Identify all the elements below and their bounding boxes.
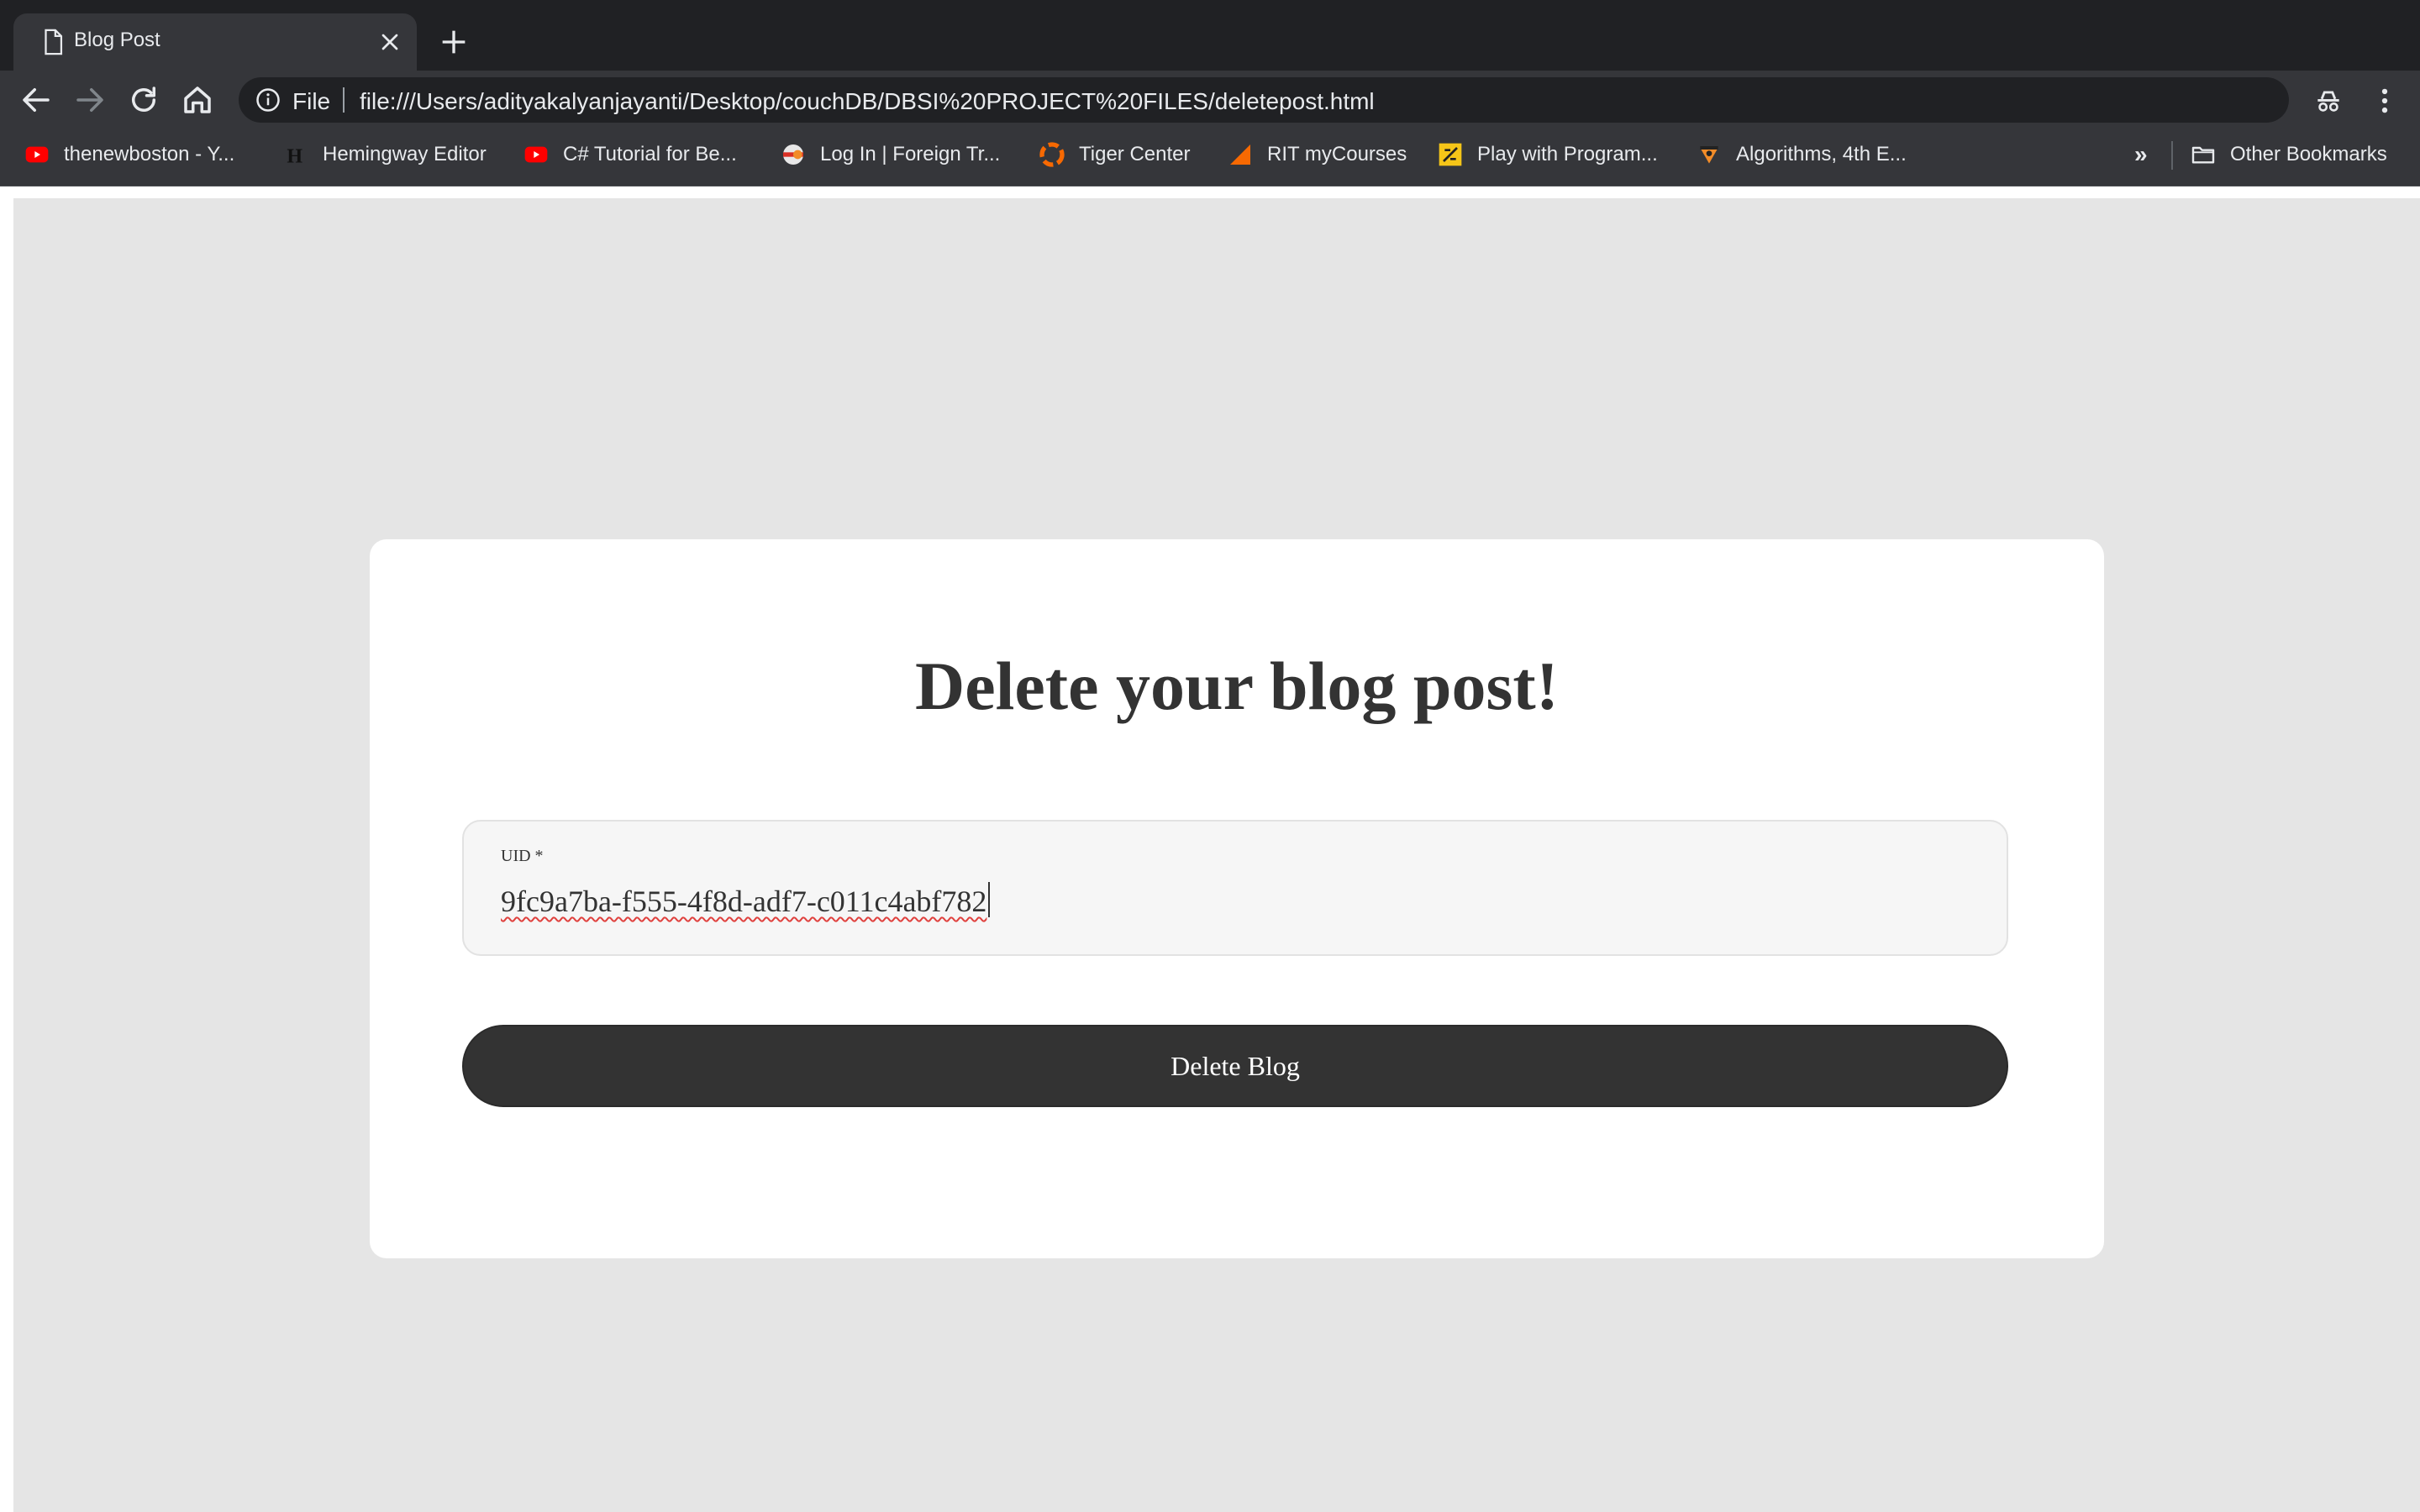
bookmark-tiger-center[interactable]: Tiger Center bbox=[1039, 129, 1191, 180]
home-icon[interactable] bbox=[180, 82, 215, 118]
bookmarks-bar: thenewboston - Y... H Hemingway Editor C… bbox=[0, 129, 2420, 186]
more-menu-icon[interactable] bbox=[2373, 85, 2396, 117]
tiger-center-icon bbox=[1039, 142, 1065, 167]
bookmark-rit-mycourses[interactable]: RIT myCourses bbox=[1227, 129, 1407, 180]
info-icon[interactable] bbox=[255, 87, 281, 113]
bookmark-label: Other Bookmarks bbox=[2230, 143, 2387, 165]
algorithms-icon bbox=[1700, 146, 1718, 164]
delete-post-card: Delete your blog post! UID * 9fc9a7ba-f5… bbox=[370, 539, 2104, 1258]
tab-title: Blog Post bbox=[74, 29, 160, 51]
bookmark-hemingway[interactable]: H Hemingway Editor bbox=[282, 129, 487, 180]
tab-strip: Blog Post bbox=[0, 0, 2420, 71]
reload-icon[interactable] bbox=[126, 82, 161, 118]
bookmark-label: Hemingway Editor bbox=[323, 143, 487, 165]
page-title: Delete your blog post! bbox=[914, 648, 1560, 724]
bookmarks-overflow-button[interactable]: » bbox=[2134, 141, 2148, 168]
program-icon bbox=[1439, 143, 1462, 166]
page-viewport: Delete your blog post! UID * 9fc9a7ba-f5… bbox=[0, 186, 2420, 1512]
uid-input-value: 9fc9a7ba-f555-4f8d-adf7-c011c4abf782 bbox=[501, 885, 987, 918]
incognito-extension-icon[interactable] bbox=[2312, 86, 2344, 118]
back-icon[interactable] bbox=[18, 82, 54, 118]
uid-input[interactable]: 9fc9a7ba-f555-4f8d-adf7-c011c4abf782 bbox=[501, 884, 986, 919]
scheme-label: File bbox=[292, 88, 331, 114]
bookmark-label: Log In | Foreign Tr... bbox=[820, 143, 1001, 165]
bookmark-label: C# Tutorial for Be... bbox=[563, 143, 737, 165]
browser-toolbar: File file:///Users/adityakalyanjayanti/D… bbox=[0, 71, 2420, 129]
address-bar[interactable]: File file:///Users/adityakalyanjayanti/D… bbox=[239, 77, 2289, 123]
omnibox-divider bbox=[343, 87, 345, 113]
document-icon bbox=[45, 29, 63, 55]
new-tab-icon[interactable] bbox=[437, 25, 471, 59]
bookmarks-divider bbox=[2171, 141, 2173, 170]
bookmark-other-bookmarks[interactable]: Other Bookmarks bbox=[2190, 129, 2387, 180]
svg-text:H: H bbox=[287, 145, 302, 167]
url-text[interactable]: file:///Users/adityakalyanjayanti/Deskto… bbox=[360, 88, 1375, 115]
bookmark-label: Algorithms, 4th E... bbox=[1736, 143, 1907, 165]
bookmark-play-with-program[interactable]: Play with Program... bbox=[1437, 129, 1658, 180]
bookmark-csharp-tutorial[interactable]: C# Tutorial for Be... bbox=[523, 129, 737, 180]
page-background: Delete your blog post! UID * 9fc9a7ba-f5… bbox=[13, 198, 2420, 1512]
uid-field[interactable]: UID * 9fc9a7ba-f555-4f8d-adf7-c011c4abf7… bbox=[462, 820, 2008, 956]
bookmark-foreign-trade[interactable]: Log In | Foreign Tr... bbox=[780, 129, 1000, 180]
youtube-icon bbox=[25, 146, 49, 163]
bookmark-algorithms[interactable]: Algorithms, 4th E... bbox=[1696, 129, 1907, 180]
hemingway-icon: H bbox=[287, 145, 302, 167]
mycourses-icon bbox=[1230, 144, 1250, 165]
bookmark-thenewboston[interactable]: thenewboston - Y... bbox=[24, 129, 234, 180]
text-caret bbox=[988, 882, 990, 917]
uid-field-label: UID * bbox=[501, 847, 544, 865]
close-tab-icon[interactable] bbox=[376, 29, 403, 55]
forward-icon[interactable] bbox=[72, 82, 108, 118]
delete-blog-button[interactable]: Delete Blog bbox=[462, 1025, 2008, 1107]
bookmark-label: RIT myCourses bbox=[1267, 143, 1407, 165]
folder-icon bbox=[2191, 146, 2215, 164]
foreign-trade-icon bbox=[783, 144, 803, 165]
bookmark-label: Tiger Center bbox=[1079, 143, 1191, 165]
tab-blog-post[interactable]: Blog Post bbox=[13, 13, 417, 71]
youtube-icon bbox=[524, 146, 548, 163]
bookmark-label: thenewboston - Y... bbox=[64, 143, 235, 165]
bookmark-label: Play with Program... bbox=[1477, 143, 1658, 165]
